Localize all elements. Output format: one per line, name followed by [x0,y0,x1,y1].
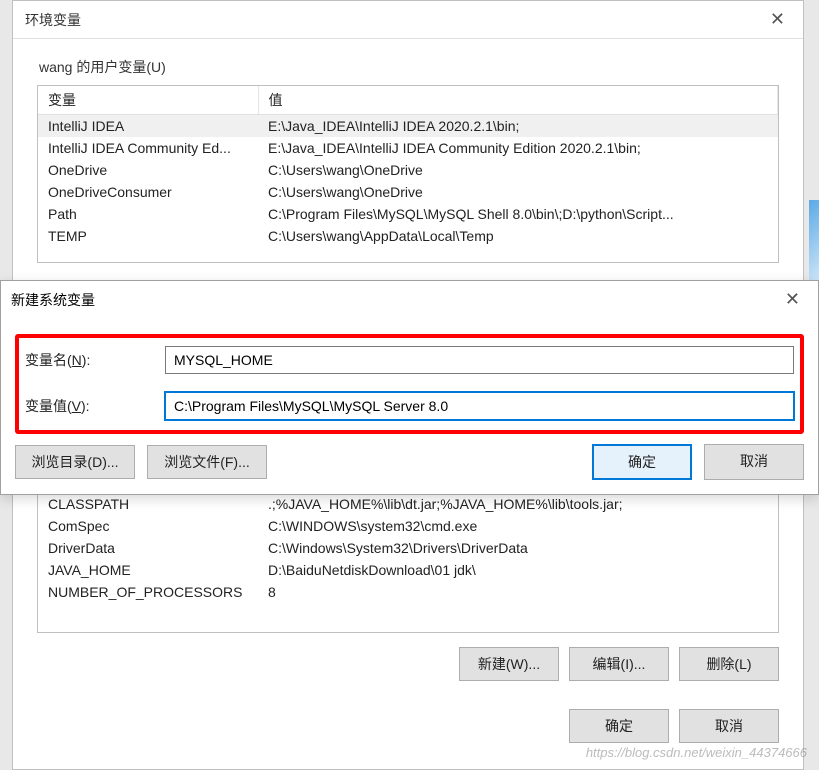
new-dialog-title: 新建系统变量 [11,290,95,310]
table-row[interactable]: OneDrive C:\Users\wang\OneDrive [38,159,778,181]
new-button[interactable]: 新建(W)... [459,647,559,681]
browse-dir-button[interactable]: 浏览目录(D)... [15,445,135,479]
system-vars-table: CLASSPATH .;%JAVA_HOME%\lib\dt.jar;%JAVA… [38,493,778,603]
env-dialog-titlebar: 环境变量 ✕ [13,1,803,39]
close-icon[interactable]: ✕ [777,287,808,312]
var-value-label: 变量值(V): [25,396,165,416]
close-icon[interactable]: ✕ [762,7,793,32]
delete-button[interactable]: 删除(L) [679,647,779,681]
table-row[interactable]: CLASSPATH .;%JAVA_HOME%\lib\dt.jar;%JAVA… [38,493,778,515]
env-dialog-title: 环境变量 [25,10,81,30]
table-row[interactable]: OneDriveConsumer C:\Users\wang\OneDrive [38,181,778,203]
col-header-var[interactable]: 变量 [38,86,258,115]
system-vars-table-wrap[interactable]: CLASSPATH .;%JAVA_HOME%\lib\dt.jar;%JAVA… [37,493,779,633]
user-vars-label: wang 的用户变量(U) [39,57,779,77]
var-value-input[interactable] [165,392,794,420]
table-row[interactable]: Path C:\Program Files\MySQL\MySQL Shell … [38,203,778,225]
new-dialog-titlebar: 新建系统变量 ✕ [1,281,818,318]
dialog-buttons: 确定 取消 [37,709,779,743]
table-row[interactable]: NUMBER_OF_PROCESSORS 8 [38,581,778,603]
cancel-button[interactable]: 取消 [704,444,804,480]
col-header-val[interactable]: 值 [258,86,778,115]
table-row[interactable]: TEMP C:\Users\wang\AppData\Local\Temp [38,225,778,247]
var-name-input[interactable] [165,346,794,374]
table-row[interactable]: DriverData C:\Windows\System32\Drivers\D… [38,537,778,559]
ok-button[interactable]: 确定 [592,444,692,480]
new-system-variable-dialog: 新建系统变量 ✕ 变量名(N): 变量值(V): 浏览目录(D)... 浏览文件… [0,280,819,495]
highlight-box: 变量名(N): 变量值(V): [15,334,804,434]
user-vars-table-wrap[interactable]: 变量 值 IntelliJ IDEA E:\Java_IDEA\IntelliJ… [37,85,779,263]
user-vars-table: 变量 值 IntelliJ IDEA E:\Java_IDEA\IntelliJ… [38,86,778,247]
system-vars-buttons: 新建(W)... 编辑(I)... 删除(L) [37,647,779,681]
table-row[interactable]: IntelliJ IDEA E:\Java_IDEA\IntelliJ IDEA… [38,115,778,138]
table-row[interactable]: ComSpec C:\WINDOWS\system32\cmd.exe [38,515,778,537]
cancel-button[interactable]: 取消 [679,709,779,743]
edit-button[interactable]: 编辑(I)... [569,647,669,681]
table-row[interactable]: IntelliJ IDEA Community Ed... E:\Java_ID… [38,137,778,159]
ok-button[interactable]: 确定 [569,709,669,743]
table-row[interactable]: JAVA_HOME D:\BaiduNetdiskDownload\01 jdk… [38,559,778,581]
var-name-label: 变量名(N): [25,350,165,370]
browse-file-button[interactable]: 浏览文件(F)... [147,445,267,479]
